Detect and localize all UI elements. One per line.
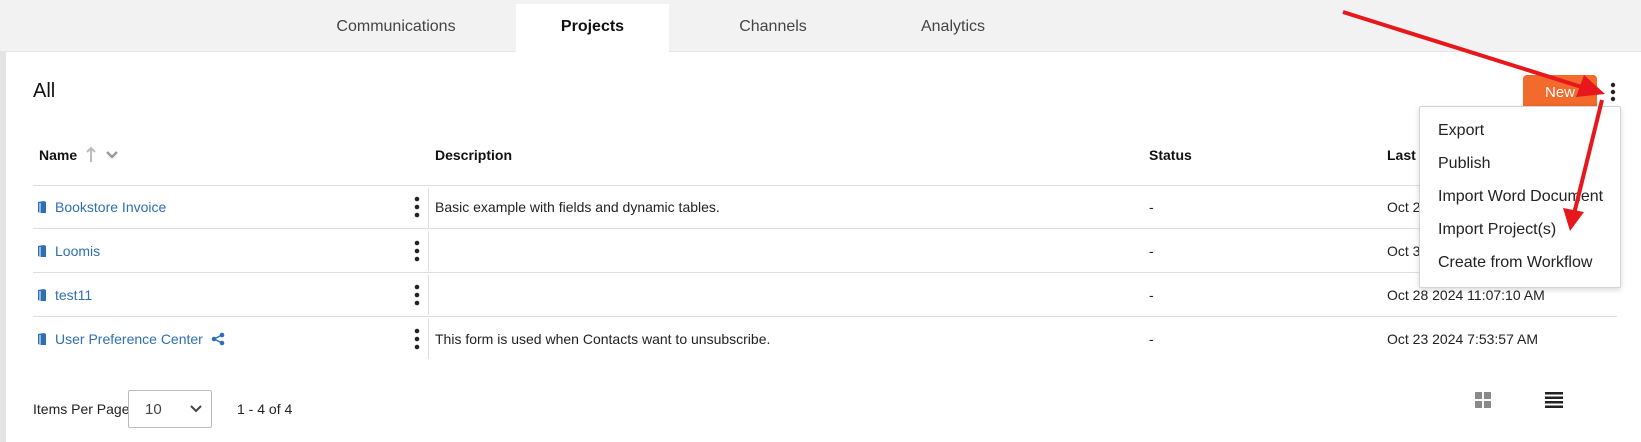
row-menu-icon[interactable]: [410, 195, 424, 219]
page-title: All: [33, 80, 56, 102]
column-divider: [428, 188, 429, 228]
row-menu-icon[interactable]: [410, 327, 424, 351]
project-name-link[interactable]: User Preference Center: [55, 331, 203, 347]
description-cell: This form is used when Contacts want to …: [435, 331, 771, 347]
status-cell: -: [1149, 331, 1154, 347]
book-icon: [38, 201, 46, 213]
status-cell: -: [1149, 199, 1154, 215]
grid-view-icon[interactable]: [1475, 392, 1491, 408]
column-divider: [428, 319, 429, 359]
row-menu-icon[interactable]: [410, 283, 424, 307]
menu-item-publish[interactable]: Publish: [1438, 155, 1490, 173]
items-per-page-label: Items Per Page: [33, 401, 130, 417]
column-header-name[interactable]: Name: [39, 147, 77, 163]
list-view-icon[interactable]: [1545, 392, 1563, 408]
column-header-status: Status: [1149, 147, 1192, 163]
left-rail: [0, 50, 6, 442]
top-nav: Communications Projects Channels Analyti…: [0, 0, 1641, 52]
book-icon: [38, 333, 46, 345]
row-divider: [33, 228, 1617, 229]
last-modified-cell: Oct 3: [1387, 243, 1421, 259]
row-menu-icon[interactable]: [410, 239, 424, 263]
column-divider: [428, 231, 429, 271]
pagination-range: 1 - 4 of 4: [237, 401, 293, 417]
new-button[interactable]: New: [1523, 75, 1597, 109]
book-icon: [38, 289, 46, 301]
items-per-page-select[interactable]: 10: [128, 390, 212, 428]
more-options-icon[interactable]: [1605, 80, 1621, 104]
annotation-arrows: [1342, 10, 1605, 231]
status-cell: -: [1149, 287, 1154, 303]
tab-communications[interactable]: Communications: [330, 4, 462, 52]
more-options-menu: Export Publish Import Word Document Impo…: [1419, 106, 1621, 288]
project-name-link[interactable]: Loomis: [55, 243, 100, 259]
menu-item-import-word-document[interactable]: Import Word Document: [1438, 188, 1603, 206]
book-icon: [38, 245, 46, 257]
menu-item-create-from-workflow[interactable]: Create from Workflow: [1438, 254, 1592, 272]
menu-item-import-projects[interactable]: Import Project(s): [1438, 221, 1556, 239]
status-cell: -: [1149, 243, 1154, 259]
last-modified-cell: Oct 2: [1387, 199, 1421, 215]
column-divider: [428, 275, 429, 315]
tab-analytics[interactable]: Analytics: [900, 4, 1006, 52]
project-name-link[interactable]: test11: [55, 287, 92, 303]
description-cell: Basic example with fields and dynamic ta…: [435, 199, 720, 215]
row-divider: [33, 316, 1617, 317]
row-divider: [33, 185, 1617, 186]
items-per-page-value: 10: [145, 401, 162, 418]
column-header-description: Description: [435, 147, 513, 163]
last-modified-cell: Oct 23 2024 7:53:57 AM: [1387, 331, 1538, 347]
row-divider: [33, 272, 1617, 273]
last-modified-cell: Oct 28 2024 11:07:10 AM: [1387, 287, 1545, 303]
project-name-link[interactable]: Bookstore Invoice: [55, 199, 166, 215]
share-icon[interactable]: [211, 332, 225, 346]
sort-ascending-icon[interactable]: [85, 146, 125, 164]
menu-item-export[interactable]: Export: [1438, 122, 1484, 140]
tab-projects[interactable]: Projects: [516, 4, 669, 52]
chevron-down-icon: [190, 405, 202, 413]
tab-channels[interactable]: Channels: [720, 4, 826, 52]
